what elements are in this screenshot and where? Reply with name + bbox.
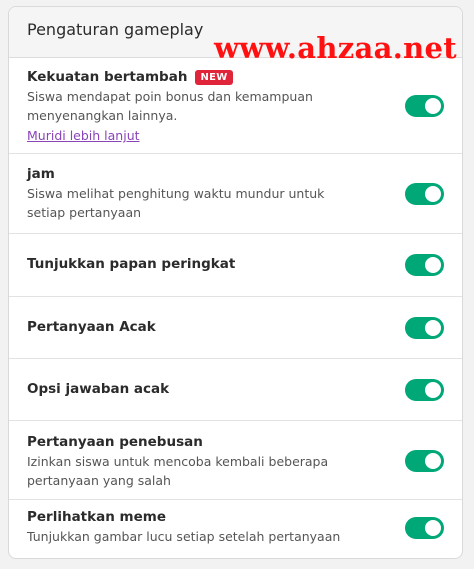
setting-description: Izinkan siswa untuk mencoba kembali bebe… [27,454,329,488]
power-ups-toggle[interactable] [405,95,444,117]
new-badge: NEW [195,69,233,85]
toggle-knob [425,453,441,469]
setting-title: Tunjukkan papan peringkat [27,256,236,272]
panel-header: Pengaturan gameplay www.ahzaa.net [9,7,462,65]
setting-title: Opsi jawaban acak [27,381,170,397]
gameplay-settings-panel: Pengaturan gameplay www.ahzaa.net Kekuat… [8,6,463,559]
setting-row-memes: Perlihatkan meme Tunjukkan gambar lucu s… [9,500,462,558]
setting-row-shuffle-answers: Opsi jawaban acak [9,359,462,421]
setting-row-redemption-questions: Pertanyaan penebusan Izinkan siswa untuk… [9,421,462,500]
setting-description: Siswa mendapat poin bonus dan kemampuan … [27,89,313,123]
learn-more-link[interactable]: Muridi lebih lanjut [27,128,140,143]
toggle-knob [425,382,441,398]
setting-title: Perlihatkan meme [27,509,166,525]
setting-row-timer: jam Siswa melihat penghitung waktu mundu… [9,154,462,234]
setting-description: Tunjukkan gambar lucu setiap setelah per… [27,529,341,544]
panel-title: Pengaturan gameplay [27,20,204,39]
setting-row-leaderboard: Tunjukkan papan peringkat [9,234,462,297]
leaderboard-toggle[interactable] [405,254,444,276]
toggle-knob [425,98,441,114]
setting-title: Pertanyaan penebusan [27,434,203,450]
toggle-knob [425,186,441,202]
toggle-knob [425,320,441,336]
shuffle-questions-toggle[interactable] [405,317,444,339]
setting-title: jam [27,166,55,182]
shuffle-answers-toggle[interactable] [405,379,444,401]
setting-title: Pertanyaan Acak [27,319,156,335]
setting-description: Siswa melihat penghitung waktu mundur un… [27,186,325,220]
setting-row-power-ups: Kekuatan bertambah NEW Siswa mendapat po… [9,58,462,154]
timer-toggle[interactable] [405,183,444,205]
memes-toggle[interactable] [405,517,444,539]
redemption-questions-toggle[interactable] [405,450,444,472]
toggle-knob [425,520,441,536]
toggle-knob [425,257,441,273]
setting-row-shuffle-questions: Pertanyaan Acak [9,297,462,359]
setting-title: Kekuatan bertambah NEW [27,69,366,85]
